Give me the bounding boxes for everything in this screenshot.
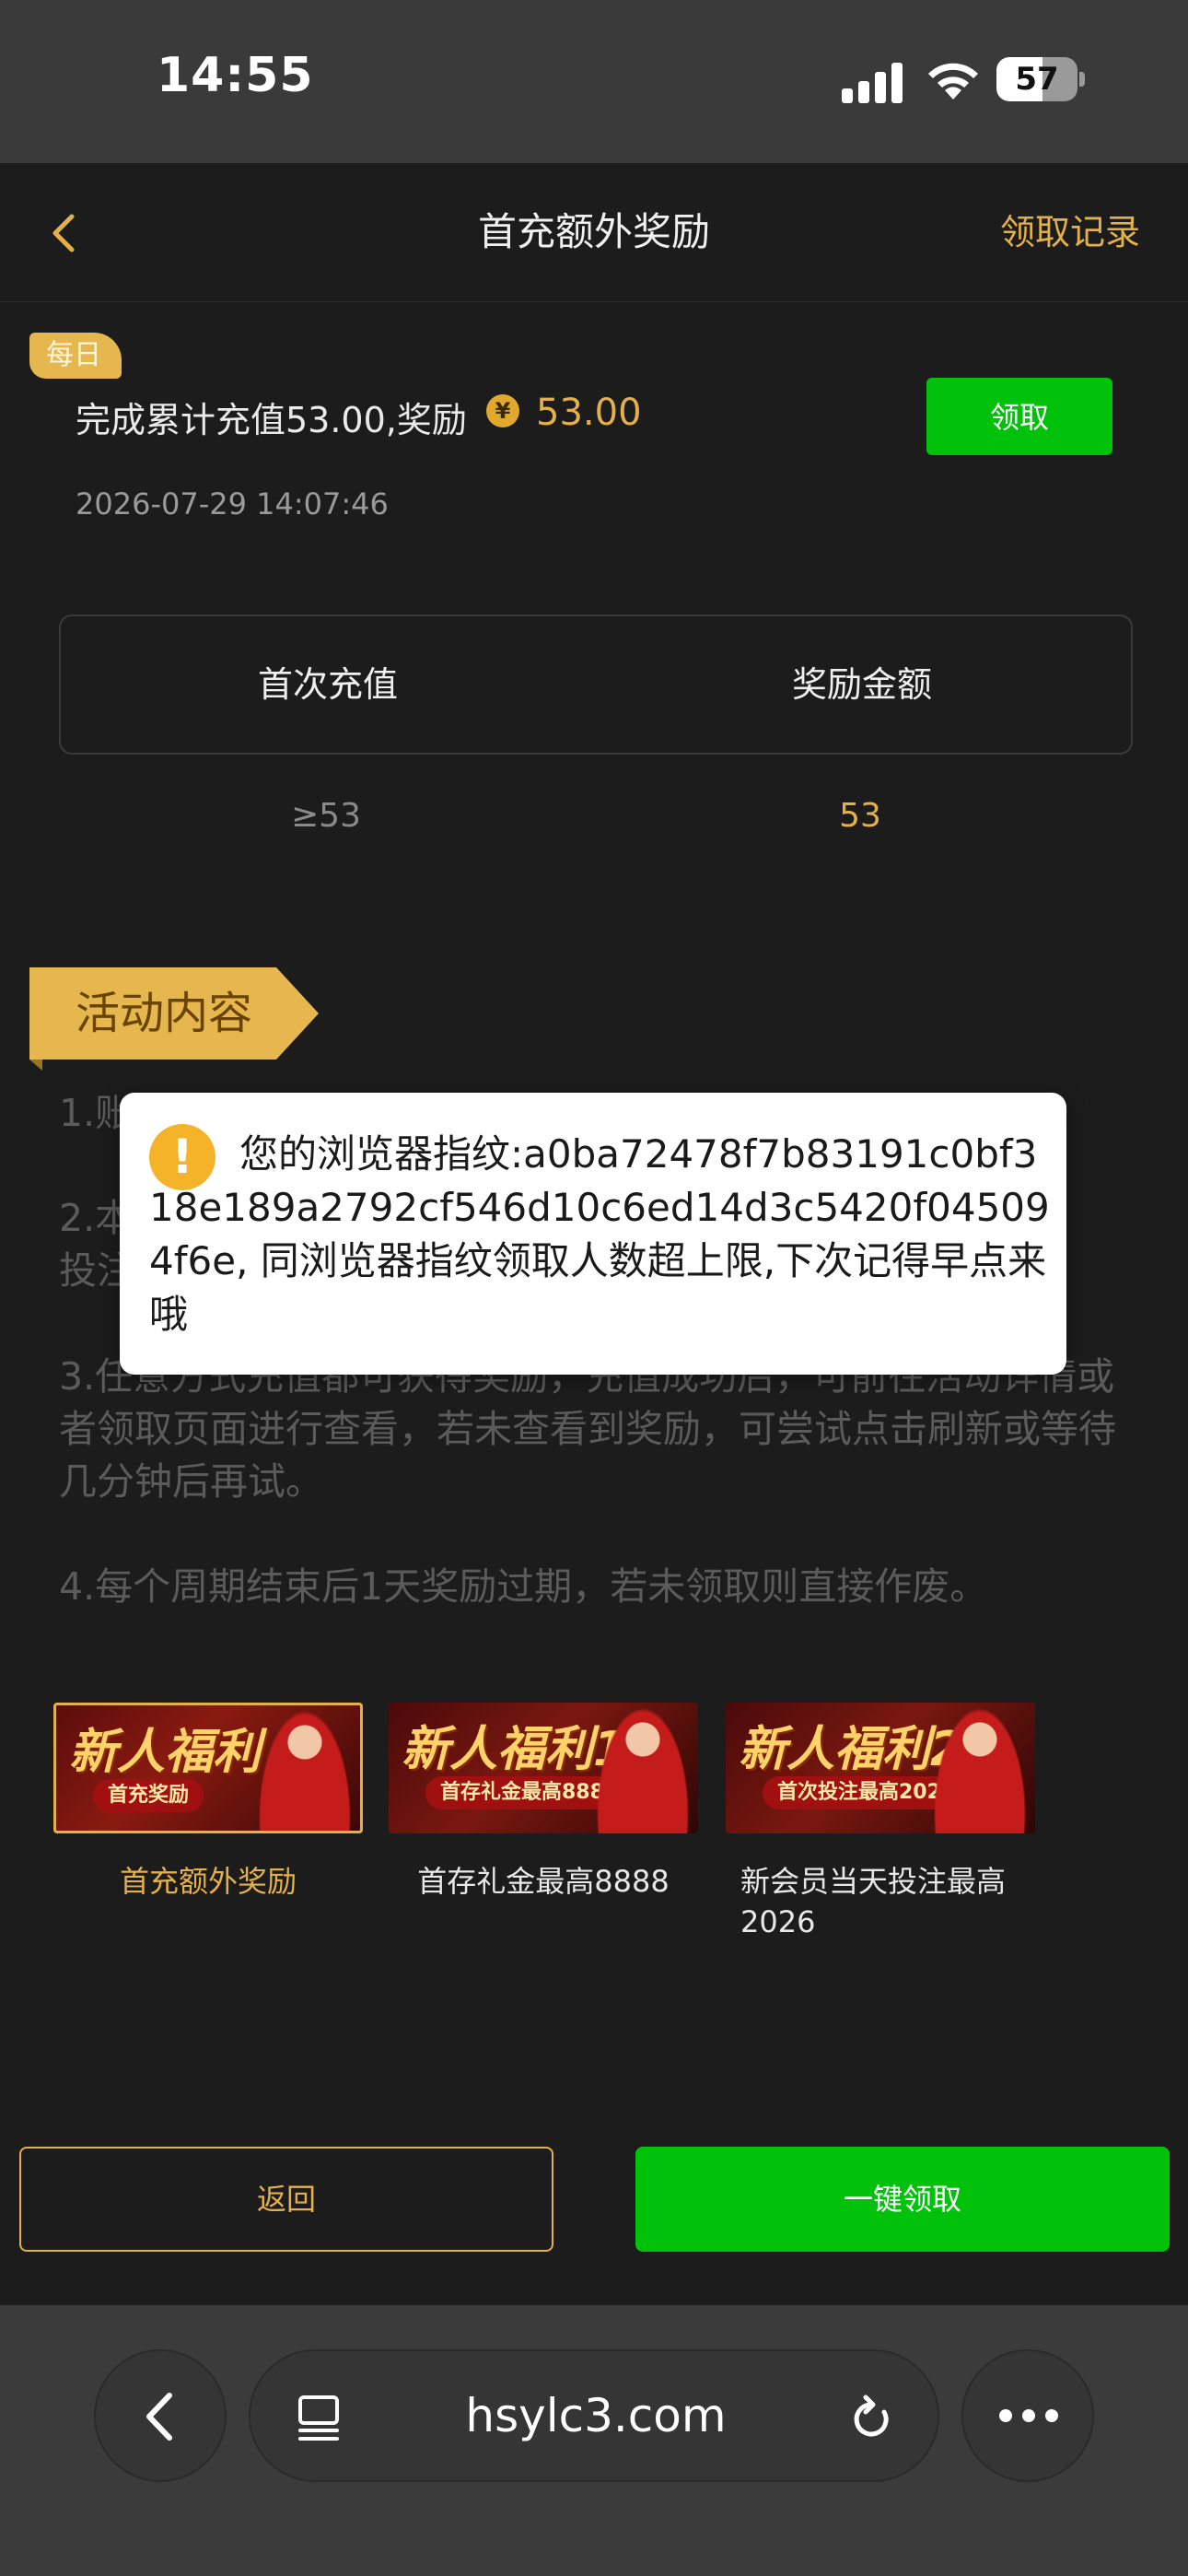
- promo-banner-subtitle: 首充奖励: [93, 1779, 204, 1812]
- promo-banner-1[interactable]: 新人福利 首充奖励: [53, 1703, 363, 1833]
- table-cell-amount: 53: [839, 797, 881, 835]
- wifi-icon: [928, 63, 978, 100]
- table-cell-threshold: ≥53: [291, 797, 361, 835]
- browser-back-icon: [146, 2393, 172, 2441]
- promo-label-2[interactable]: 首存礼金最高8888: [389, 1861, 698, 1902]
- battery-icon: 57: [996, 57, 1085, 101]
- activity-title: 活动内容: [76, 988, 253, 1039]
- back-button[interactable]: 返回: [19, 2147, 553, 2252]
- more-menu-button[interactable]: [961, 2349, 1094, 2482]
- browser-back-button[interactable]: [94, 2349, 227, 2482]
- address-bar[interactable]: hsylc3.com: [249, 2349, 939, 2482]
- promo-banner-title: 新人福利1: [402, 1722, 627, 1777]
- ribbon-fold: [29, 1060, 42, 1071]
- reload-icon[interactable]: [847, 2392, 895, 2443]
- signal-icon: [842, 63, 903, 103]
- error-toast: ! 您的浏览器指纹:a0ba72478f7b83191c0bf318e189a2…: [120, 1093, 1066, 1375]
- column-header-reward-amount: 奖励金额: [791, 664, 932, 705]
- daily-badge: 每日: [29, 333, 122, 379]
- reward-table-header: 首次充值 奖励金额: [59, 615, 1133, 755]
- claim-button[interactable]: 领取: [926, 378, 1112, 455]
- promo-banner-2[interactable]: 新人福利1 首存礼金最高8888: [389, 1703, 698, 1833]
- claim-records-link[interactable]: 领取记录: [1000, 163, 1140, 301]
- promo-banner-title: 新人福利: [69, 1725, 262, 1780]
- promo-label-1[interactable]: 首充额外奖励: [53, 1861, 363, 1902]
- promo-banner-figure: [934, 1708, 1026, 1833]
- promo-banner-figure: [259, 1711, 351, 1831]
- claim-all-button[interactable]: 一键领取: [635, 2147, 1170, 2252]
- promo-banner-title: 新人福利2: [739, 1722, 964, 1777]
- browser-toolbar: hsylc3.com: [0, 2305, 1188, 2576]
- activity-ribbon: 活动内容: [29, 967, 319, 1060]
- column-header-first-recharge: 首次充值: [257, 664, 398, 705]
- promo-banner-3[interactable]: 新人福利2 首次投注最高2026: [726, 1703, 1035, 1833]
- url-text[interactable]: hsylc3.com: [250, 2351, 941, 2480]
- status-bar: 14:55 57: [0, 0, 1188, 163]
- page-header: 首充额外奖励 领取记录: [0, 163, 1188, 302]
- promo-banner-figure: [597, 1708, 689, 1833]
- task-description: 完成累计充值53.00,奖励: [76, 400, 467, 440]
- rule-item-4: 4.每个周期结束后1天奖励过期，若未领取则直接作废。: [59, 1564, 988, 1609]
- reward-amount: 53.00: [536, 392, 642, 434]
- status-time: 14:55: [157, 48, 314, 103]
- toast-message: 您的浏览器指纹:a0ba72478f7b83191c0bf318e189a279…: [149, 1131, 1050, 1337]
- battery-level: 57: [1015, 61, 1059, 98]
- promo-label-3[interactable]: 新会员当天投注最高2026: [740, 1861, 1054, 1942]
- more-icon: [999, 2409, 1058, 2422]
- task-timestamp: 2026-07-29 14:07:46: [76, 486, 389, 521]
- coin-icon: ¥: [486, 394, 519, 427]
